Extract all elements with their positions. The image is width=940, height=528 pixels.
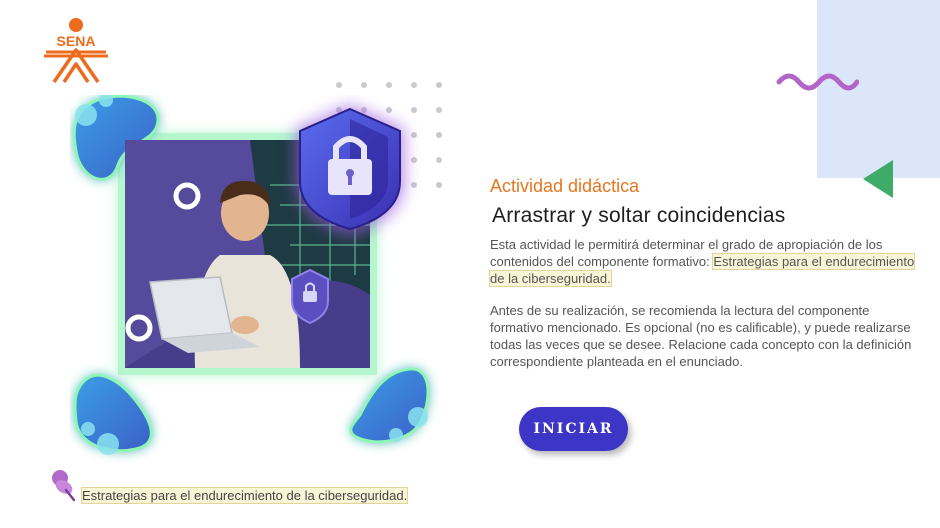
activity-type-label: Actividad didáctica bbox=[490, 176, 640, 196]
activity-title: Arrastrar y soltar coincidencias bbox=[492, 204, 786, 227]
decor-dot bbox=[411, 82, 417, 88]
decor-dot bbox=[436, 82, 442, 88]
sena-logo: SENA bbox=[40, 16, 112, 86]
wave-decoration bbox=[775, 68, 860, 102]
start-button[interactable]: INICIAR bbox=[519, 407, 628, 451]
triangle-decoration bbox=[860, 158, 898, 200]
decor-dot bbox=[361, 82, 367, 88]
decor-dot bbox=[386, 82, 392, 88]
footer-component-title: Estrategias para el endurecimiento de la… bbox=[80, 487, 409, 504]
pushpin-icon bbox=[49, 468, 77, 502]
decor-dot bbox=[336, 82, 342, 88]
logo-text: SENA bbox=[57, 33, 96, 49]
hero-illustration bbox=[70, 93, 450, 465]
lock-shield-icon bbox=[296, 105, 404, 235]
activity-instructions: Antes de su realización, se recomienda l… bbox=[490, 303, 912, 369]
sena-logo-icon: SENA bbox=[44, 18, 108, 83]
footer-text: Estrategias para el endurecimiento de la… bbox=[80, 487, 409, 504]
activity-description: Esta actividad le permitirá determinar e… bbox=[488, 236, 920, 287]
